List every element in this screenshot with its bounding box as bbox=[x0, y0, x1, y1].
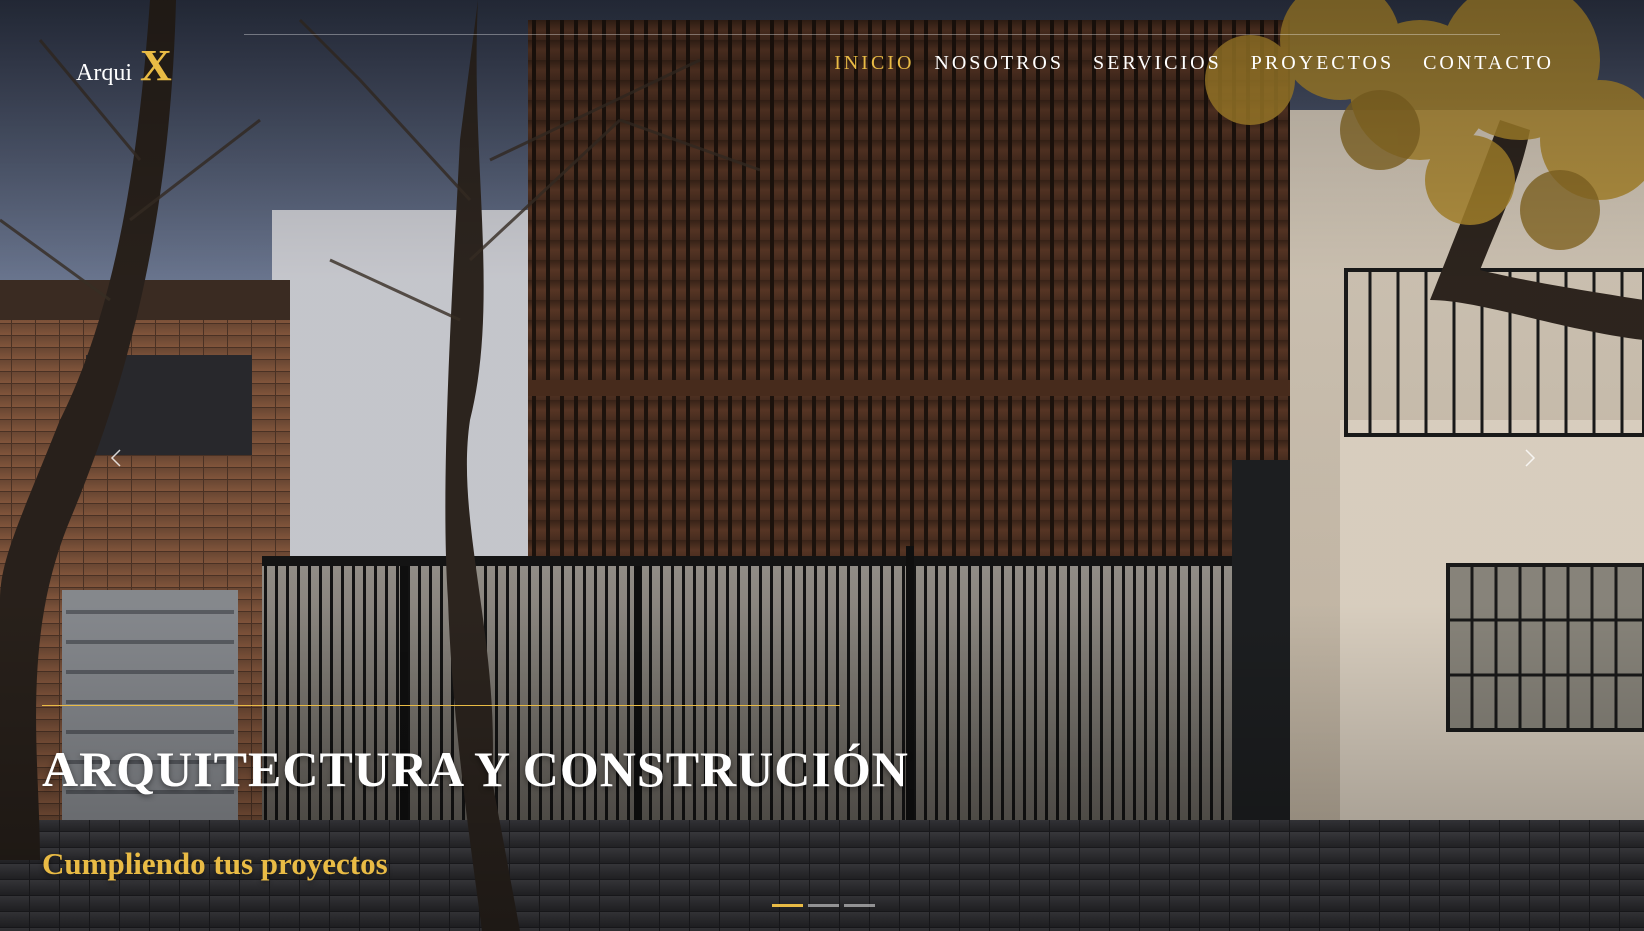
hero-subtitle: Cumpliendo tus proyectos bbox=[42, 846, 388, 881]
carousel-indicators bbox=[772, 904, 875, 907]
hero-carousel: Arqui X INICIO NOSOTROS SERVICIOS PROYEC… bbox=[0, 0, 1644, 931]
carousel-prev-button[interactable] bbox=[104, 446, 128, 470]
nav-item-contacto[interactable]: CONTACTO bbox=[1423, 52, 1554, 75]
nav-item-proyectos[interactable]: PROYECTOS bbox=[1251, 52, 1394, 75]
carousel-indicator-2[interactable] bbox=[808, 904, 839, 907]
main-navigation: INICIO NOSOTROS SERVICIOS PROYECTOS CONT… bbox=[834, 52, 1554, 75]
carousel-indicator-1[interactable] bbox=[772, 904, 803, 907]
header-divider bbox=[244, 34, 1500, 35]
caption-divider bbox=[42, 705, 840, 706]
nav-item-servicios[interactable]: SERVICIOS bbox=[1093, 52, 1222, 75]
brand-mark: X bbox=[140, 41, 172, 90]
nav-item-nosotros[interactable]: NOSOTROS bbox=[934, 52, 1064, 75]
hero-title: ARQUITECTURA Y CONSTRUCIÓN bbox=[42, 741, 909, 797]
carousel-next-button[interactable] bbox=[1518, 446, 1542, 470]
brand-logo[interactable]: Arqui X bbox=[76, 40, 172, 91]
chevron-left-icon bbox=[110, 449, 121, 467]
carousel-indicator-3[interactable] bbox=[844, 904, 875, 907]
brand-name: Arqui bbox=[76, 60, 132, 86]
chevron-right-icon bbox=[1525, 449, 1536, 467]
nav-item-inicio[interactable]: INICIO bbox=[834, 52, 914, 75]
